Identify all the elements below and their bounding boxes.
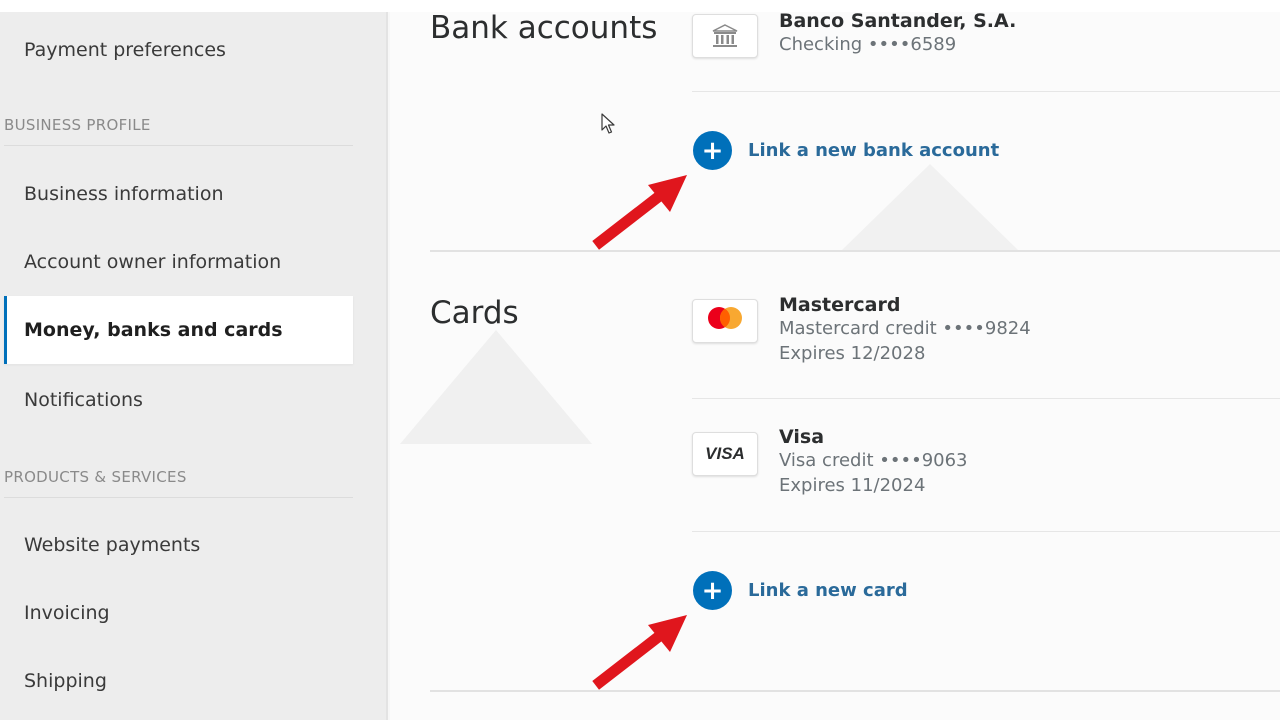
- sidebar-item-label: Invoicing: [24, 602, 110, 624]
- sidebar-item-invoicing[interactable]: Invoicing: [4, 579, 353, 647]
- plus-icon: +: [693, 131, 732, 170]
- bank-tile: [692, 14, 758, 58]
- section-header-products-services: PRODUCTS & SERVICES: [4, 468, 187, 486]
- bank-icon: [712, 24, 738, 47]
- sidebar-item-label: Money, banks and cards: [24, 319, 283, 341]
- plus-icon: +: [693, 571, 732, 610]
- sidebar-item-account-owner-information[interactable]: Account owner information: [4, 228, 353, 296]
- card-item-mastercard[interactable]: Mastercard Mastercard credit ••••9824 Ex…: [779, 294, 1031, 366]
- sidebar-item-notifications[interactable]: Notifications: [4, 366, 353, 434]
- section-divider: [430, 690, 1280, 692]
- section-title-bank-accounts: Bank accounts: [430, 10, 658, 46]
- section-header-business-profile: BUSINESS PROFILE: [4, 116, 151, 134]
- link-new-bank-account-label: Link a new bank account: [748, 140, 1000, 161]
- link-new-card-label: Link a new card: [748, 580, 908, 601]
- card-expiry: Expires 11/2024: [779, 475, 926, 496]
- mastercard-logo-icon: [708, 307, 742, 329]
- bank-account-item[interactable]: Banco Santander, S.A. Checking ••••6589: [779, 10, 1016, 57]
- card-name: Visa: [779, 426, 825, 448]
- mouse-pointer-icon: [601, 113, 615, 134]
- sidebar-item-label: Business information: [24, 183, 224, 205]
- visa-tile: VISA: [692, 432, 758, 476]
- card-detail: Mastercard credit ••••9824: [779, 318, 1031, 339]
- divider: [4, 145, 353, 146]
- red-arrow-annotation: [592, 175, 687, 250]
- mastercard-tile: [692, 299, 758, 343]
- sidebar-item-label: Website payments: [24, 534, 201, 556]
- background-watermark: [842, 164, 1018, 250]
- main-content: Bank accounts Banco Santander, S.A. Chec…: [390, 10, 1280, 720]
- card-expiry: Expires 12/2028: [779, 343, 926, 364]
- sidebar-item-payment-preferences[interactable]: Payment preferences: [4, 16, 353, 84]
- visa-logo-icon: VISA: [705, 444, 745, 463]
- divider: [692, 91, 1280, 92]
- bank-name: Banco Santander, S.A.: [779, 10, 1017, 32]
- sidebar-item-shipping[interactable]: Shipping: [4, 647, 353, 715]
- card-name: Mastercard: [779, 294, 901, 316]
- sidebar-item-label: Payment preferences: [24, 39, 226, 61]
- section-title-cards: Cards: [430, 295, 519, 331]
- sidebar-item-label: Account owner information: [24, 251, 282, 273]
- background-watermark: [400, 330, 592, 444]
- link-new-bank-account-button[interactable]: + Link a new bank account: [693, 131, 999, 170]
- red-arrow-annotation: [592, 615, 687, 690]
- link-new-card-button[interactable]: + Link a new card: [693, 571, 908, 610]
- divider: [692, 398, 1280, 399]
- divider: [4, 497, 353, 498]
- sidebar-item-money-banks-cards[interactable]: Money, banks and cards: [4, 296, 353, 364]
- sidebar-item-label: Notifications: [24, 389, 143, 411]
- divider: [692, 531, 1280, 532]
- sidebar-item-business-information[interactable]: Business information: [4, 160, 353, 228]
- settings-sidebar: Payment preferences BUSINESS PROFILE Bus…: [0, 12, 388, 720]
- sidebar-item-website-payments[interactable]: Website payments: [4, 511, 353, 579]
- bank-account-detail: Checking ••••6589: [779, 34, 957, 55]
- card-item-visa[interactable]: Visa Visa credit ••••9063 Expires 11/202…: [779, 426, 968, 498]
- section-divider: [430, 250, 1280, 252]
- card-detail: Visa credit ••••9063: [779, 450, 968, 471]
- sidebar-item-label: Shipping: [24, 670, 107, 692]
